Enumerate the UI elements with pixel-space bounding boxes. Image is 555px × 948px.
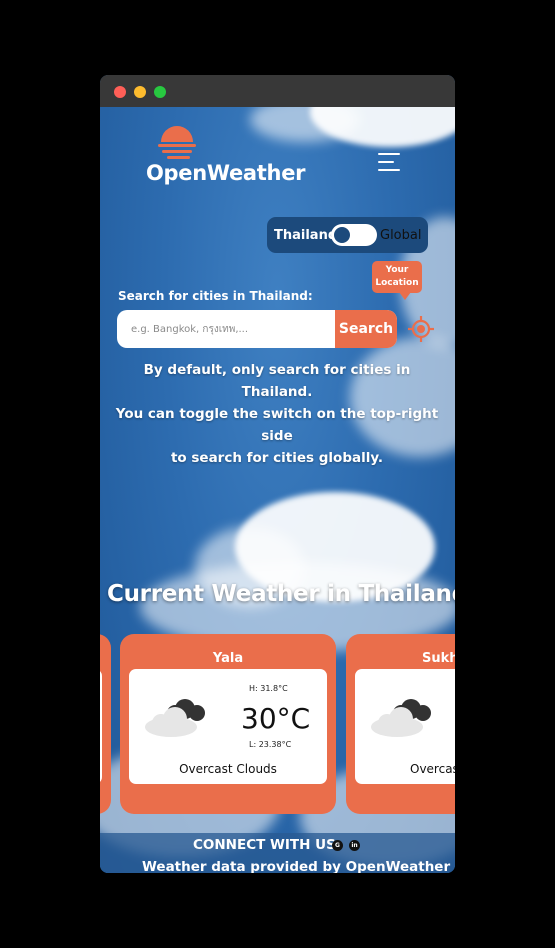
browser-window: OpenWeather Thailand Global Your Locatio… [100, 75, 455, 873]
tooltip-line: Your [385, 265, 409, 275]
connect-label: CONNECT WITH US [193, 837, 336, 853]
weather-card-body: Overcast Clouds [355, 669, 455, 784]
search-hint: By default, only search for cities in Th… [112, 359, 442, 469]
toggle-label-global: Global [380, 228, 422, 243]
page-viewport: OpenWeather Thailand Global Your Locatio… [100, 107, 455, 873]
weather-description: Overcast Clouds [179, 762, 277, 776]
scope-switch[interactable] [331, 224, 377, 246]
menu-line [378, 169, 400, 171]
toggle-label-thailand: Thailand [274, 228, 338, 243]
your-location-tooltip: Your Location [372, 261, 422, 300]
linkedin-icon[interactable]: in [349, 840, 360, 851]
weather-card[interactable]: Yala H: 31.8°C 30°C L: 23.38°C Overcast … [120, 634, 336, 814]
high-temp: H: 31.8°C [249, 684, 288, 693]
location-crosshair-icon[interactable] [407, 315, 435, 343]
card-city-name: Sukhothai [422, 651, 455, 666]
hamburger-menu-icon[interactable] [378, 151, 402, 173]
switch-knob [332, 225, 352, 245]
hint-line: to search for cities globally. [170, 450, 384, 466]
weather-card-body [100, 669, 102, 784]
current-temp: 30°C [241, 702, 311, 735]
weather-description: Overcast Clouds [410, 762, 455, 776]
app-name: OpenWeather [146, 161, 306, 185]
github-icon[interactable]: G [332, 840, 343, 851]
minimize-window-button[interactable] [134, 86, 146, 98]
low-temp: L: 23.38°C [249, 740, 292, 749]
window-titlebar [100, 75, 455, 107]
weather-card[interactable] [100, 634, 111, 814]
current-weather-title: Current Weather in Thailand [107, 581, 455, 607]
menu-line [378, 153, 400, 155]
search-bar: Search [117, 310, 397, 348]
weather-card[interactable]: Sukhothai Overcast Clouds [346, 634, 455, 814]
page-footer: CONNECT WITH US G in Weather data provid… [100, 833, 455, 873]
search-scope-toggle: Thailand Global [267, 217, 428, 253]
data-credit: Weather data provided by OpenWeather [142, 859, 451, 873]
overcast-clouds-icon [145, 699, 205, 737]
menu-line [378, 161, 394, 163]
tooltip-line: Location [375, 278, 419, 288]
close-window-button[interactable] [114, 86, 126, 98]
hint-line: By default, only search for cities in Th… [143, 362, 411, 400]
overcast-clouds-icon [371, 699, 431, 737]
weather-card-body: H: 31.8°C 30°C L: 23.38°C Overcast Cloud… [129, 669, 327, 784]
city-search-input[interactable] [117, 310, 335, 348]
card-city-name: Yala [212, 651, 244, 666]
search-button[interactable]: Search [335, 310, 397, 348]
sun-logo-icon [158, 126, 196, 159]
maximize-window-button[interactable] [154, 86, 166, 98]
hint-line: You can toggle the switch on the top-rig… [115, 406, 439, 444]
app-logo[interactable]: OpenWeather [146, 121, 306, 191]
search-title: Search for cities in Thailand: [118, 289, 313, 303]
